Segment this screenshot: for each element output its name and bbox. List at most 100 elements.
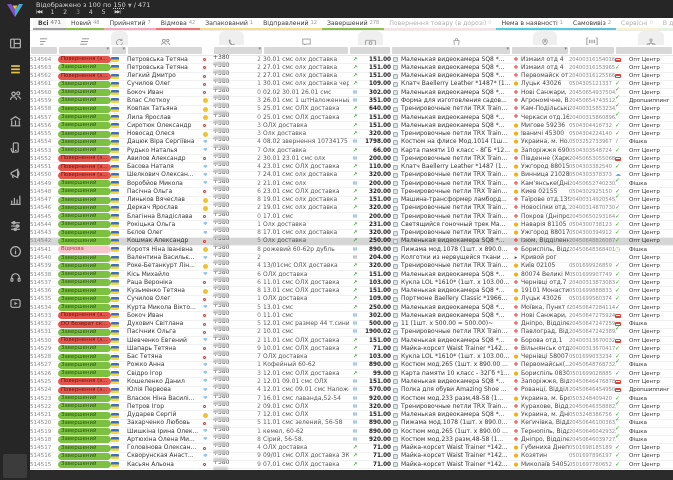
- tab-прийнятий[interactable]: Прийнятий 7: [104, 18, 156, 30]
- tab-відправлений[interactable]: Відправлений 12: [258, 18, 322, 30]
- status-badge[interactable]: Завершений: [58, 262, 111, 270]
- status-badge[interactable]: Завершений: [58, 188, 111, 196]
- status-badge[interactable]: Завершений: [58, 403, 111, 411]
- tab-всі[interactable]: Всі 471: [33, 18, 66, 30]
- status-badge[interactable]: Завершений: [58, 353, 111, 361]
- tracking-number[interactable]: 0501699560374: [569, 295, 615, 303]
- tracking-number[interactable]: 0501697780652: [569, 461, 615, 469]
- tracking-number[interactable]: 20450648768732: [569, 361, 615, 369]
- filter-input[interactable]: [128, 46, 202, 54]
- tab-повернення-товару-в-дорозі-[interactable]: Повернення товару (в дорозі) 0: [384, 18, 497, 30]
- tracking-number[interactable]: 0503248386756: [569, 411, 615, 419]
- tracking-number[interactable]: 0504300738123: [569, 221, 615, 229]
- tracking-number[interactable]: 20450653055068: [569, 155, 615, 163]
- status-badge[interactable]: Завершений: [58, 97, 111, 105]
- status-badge[interactable]: Завершений: [58, 122, 111, 130]
- filter-input[interactable]: ▾: [112, 46, 126, 54]
- status-badge[interactable]: DO Возврат ск...: [58, 320, 111, 328]
- tracking-number[interactable]: 0504303548724: [569, 147, 615, 155]
- tracking-number[interactable]: 0504300394912: [569, 229, 615, 237]
- tracking-number[interactable]: 20400315860896: [569, 114, 615, 122]
- page-button-2[interactable]: 2: [63, 9, 67, 16]
- status-badge[interactable]: Завершений: [58, 452, 111, 460]
- tab-в-дорозі-додому[interactable]: В дорозі додому0: [657, 18, 673, 30]
- tab-завершений[interactable]: Завершений 278: [321, 18, 385, 30]
- tracking-number[interactable]: 20400314920545: [569, 196, 615, 204]
- status-badge[interactable]: Завершений: [58, 80, 111, 88]
- sidebar-item-statistics[interactable]: [0, 187, 30, 213]
- tracking-number[interactable]: 20450648826087: [569, 237, 615, 245]
- tracking-number[interactable]: 0501697896197: [569, 452, 615, 460]
- tracking-number[interactable]: 20450652740230: [569, 180, 615, 188]
- first-page-button[interactable]: |◀◀: [36, 10, 43, 15]
- tracking-number[interactable]: 20450646042932: [569, 428, 615, 436]
- tracking-number[interactable]: 20400313670417: [569, 345, 615, 353]
- tracking-number[interactable]: 0504302925150: [569, 188, 615, 196]
- tab-запакований[interactable]: Запакований 1: [200, 18, 259, 30]
- status-badge[interactable]: Повернення (з...: [58, 72, 111, 80]
- tracking-number[interactable]: 20400316154016: [569, 56, 615, 64]
- status-badge[interactable]: Завершений: [58, 130, 111, 138]
- status-badge[interactable]: Повернення (з...: [58, 56, 111, 64]
- status-badge[interactable]: Відмова: [58, 246, 111, 254]
- status-badge[interactable]: Завершений: [58, 138, 111, 146]
- status-badge[interactable]: Завершений: [58, 221, 111, 229]
- status-badge[interactable]: Завершений: [58, 89, 111, 97]
- status-badge[interactable]: Завершений: [58, 436, 111, 444]
- status-badge[interactable]: Повернення (з...: [58, 171, 111, 179]
- status-badge[interactable]: Завершений: [58, 180, 111, 188]
- filter-input[interactable]: [31, 46, 57, 54]
- filter-input[interactable]: [616, 46, 672, 54]
- status-badge[interactable]: Завершений: [58, 419, 111, 427]
- tracking-number[interactable]: 0501699028885: [569, 370, 615, 378]
- status-badge[interactable]: Завершений: [58, 204, 111, 212]
- tracking-number[interactable]: 20450646358882: [569, 403, 615, 411]
- tab-нема-в-наявності[interactable]: Нема в наявності 1: [496, 18, 568, 30]
- tracking-number[interactable]: 20450646039727: [569, 436, 615, 444]
- sidebar-item-dashboard[interactable]: [0, 31, 30, 57]
- tracking-number[interactable]: 20400316125566: [569, 72, 615, 80]
- tracking-number[interactable]: 0504305121337: [569, 80, 615, 88]
- tracking-number[interactable]: 0504303378373: [569, 171, 615, 179]
- status-badge[interactable]: Завершений: [58, 444, 111, 452]
- tracking-number[interactable]: 0501699926859: [569, 262, 615, 270]
- status-badge[interactable]: Повернення (з...: [58, 312, 111, 320]
- tracking-number[interactable]: 0501698185189: [569, 444, 615, 452]
- page-button-3[interactable]: 3: [76, 9, 80, 16]
- tab-сервісні[interactable]: Сервісні 0: [616, 18, 658, 30]
- tracking-number[interactable]: 20450646100363: [569, 419, 615, 427]
- sidebar-item-orders[interactable]: [0, 57, 30, 83]
- page-size-select[interactable]: 150: [113, 1, 125, 9]
- tracking-number[interactable]: 0501699907749: [569, 271, 615, 279]
- filter-input[interactable]: ▾: [214, 46, 262, 54]
- sidebar-item-clients[interactable]: [0, 83, 30, 109]
- tracking-number[interactable]: 0504303382540: [569, 163, 615, 171]
- status-badge[interactable]: Завершений: [58, 254, 111, 262]
- tracking-number[interactable]: 0503252733967: [569, 138, 615, 146]
- page-button-1[interactable]: 1: [50, 9, 54, 16]
- tracking-number[interactable]: 0501699033234: [569, 353, 615, 361]
- tracking-number[interactable]: 0504304416732: [569, 122, 615, 130]
- status-badge[interactable]: Завершений: [58, 428, 111, 436]
- sidebar-item-settings[interactable]: [0, 213, 30, 239]
- status-badge[interactable]: Завершений: [58, 287, 111, 295]
- tracking-number[interactable]: 20400314870730: [569, 204, 615, 212]
- tracking-number[interactable]: 0504304224140: [569, 130, 615, 138]
- filter-input[interactable]: [350, 46, 390, 54]
- filter-input[interactable]: ▾: [512, 46, 568, 54]
- filter-input[interactable]: [264, 46, 348, 54]
- tracking-number[interactable]: 20400313873083: [569, 279, 615, 287]
- page-button-4[interactable]: 4: [89, 9, 93, 16]
- status-badge[interactable]: Повернення (з...: [58, 386, 111, 394]
- filter-input[interactable]: ▾: [59, 46, 110, 54]
- status-badge[interactable]: Завершений: [58, 461, 111, 469]
- tracking-number[interactable]: 0501699888833: [569, 287, 615, 295]
- tab-новий[interactable]: Новий 48: [65, 18, 105, 30]
- status-badge[interactable]: Завершений: [58, 370, 111, 378]
- sidebar-item-video[interactable]: [0, 291, 30, 317]
- status-badge[interactable]: Завершений: [58, 328, 111, 336]
- tracking-number[interactable]: 20400313670032: [569, 337, 615, 345]
- sidebar-item-telephony[interactable]: [0, 135, 30, 161]
- tracking-number[interactable]: 20450647242389: [569, 328, 615, 336]
- status-badge[interactable]: Завершений: [58, 395, 111, 403]
